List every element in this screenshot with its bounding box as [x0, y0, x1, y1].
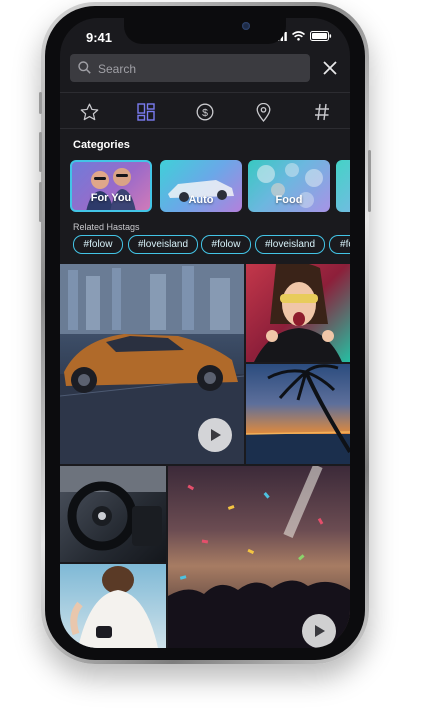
tab-location[interactable] [253, 102, 273, 122]
power-button [368, 150, 371, 212]
video-tile-party[interactable] [168, 466, 350, 648]
tab-grid[interactable] [136, 102, 156, 122]
media-grid [60, 264, 350, 648]
status-time: 9:41 [86, 30, 113, 45]
category-label: Auto [188, 194, 214, 206]
play-button[interactable] [302, 614, 336, 648]
tab-hashtags[interactable] [312, 102, 332, 122]
hashtag-list: #folow #loveisland #folow #loveisland #f… [73, 235, 350, 255]
category-label: Food [275, 194, 303, 206]
hashtag-chip[interactable]: #folow [73, 235, 123, 254]
photo-tile-dress[interactable] [60, 564, 166, 648]
photo-tile-interior[interactable] [60, 466, 166, 562]
svg-text:$: $ [202, 107, 208, 119]
video-tile-car[interactable] [60, 264, 244, 464]
tab-favorites[interactable] [79, 102, 99, 122]
hashtag-chip[interactable]: #folow [201, 235, 251, 254]
hashtag-icon [315, 103, 329, 121]
portrait-photo [254, 264, 342, 362]
interior-photo [60, 466, 166, 551]
categories-heading: Categories [73, 139, 130, 151]
category-label: For You [90, 192, 132, 204]
category-card-food[interactable]: Food [248, 160, 330, 212]
category-card-auto[interactable]: Auto [160, 160, 242, 212]
tab-money[interactable]: $ [195, 102, 215, 122]
dollar-icon: $ [196, 103, 214, 121]
app-screen: 9:41 Search $ Categories For You Auto Fo… [60, 18, 350, 648]
photo-tile-sunset[interactable] [246, 364, 350, 464]
search-input[interactable] [96, 54, 305, 84]
filter-tab-bar: $ [60, 96, 350, 126]
star-icon [80, 103, 98, 121]
category-card-partial[interactable] [336, 160, 350, 212]
notch [124, 18, 286, 44]
search-bar[interactable] [70, 54, 310, 84]
dress-photo [70, 566, 158, 648]
wifi-icon [292, 31, 305, 41]
photo-tile-portrait[interactable] [246, 264, 350, 362]
volume-down-button [39, 182, 42, 222]
close-icon[interactable] [322, 60, 338, 76]
related-hashtags-heading: Related Hastags [73, 222, 140, 232]
hashtag-chip[interactable]: #loveisland [128, 235, 198, 254]
sunset-photo [246, 364, 350, 464]
hashtag-chip[interactable]: #fo [329, 235, 350, 254]
category-card-for-you[interactable]: For You [70, 160, 152, 212]
play-icon [315, 625, 325, 637]
play-icon [211, 429, 221, 441]
location-pin-icon [256, 102, 270, 122]
categories-carousel: For You Auto Food [70, 160, 350, 214]
grid-icon [137, 103, 155, 121]
hashtag-chip[interactable]: #loveisland [255, 235, 325, 254]
mute-switch [39, 92, 42, 114]
volume-up-button [39, 132, 42, 172]
search-icon [78, 61, 91, 74]
play-button[interactable] [198, 418, 232, 452]
battery-icon [310, 31, 332, 41]
category-image [86, 168, 136, 210]
